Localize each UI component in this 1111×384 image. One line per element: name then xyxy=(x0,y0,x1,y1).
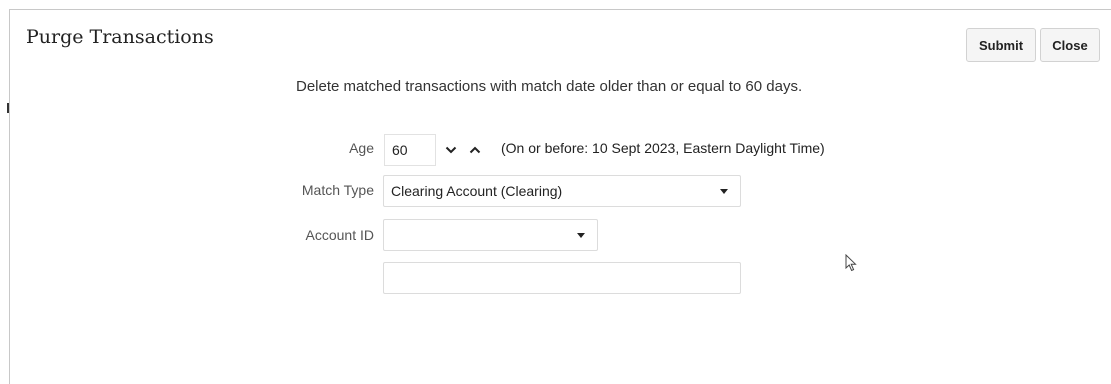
age-label: Age xyxy=(349,140,374,156)
age-date-note: (On or before: 10 Sept 2023, Eastern Day… xyxy=(501,140,825,156)
dropdown-caret-icon xyxy=(720,189,728,194)
submit-button[interactable]: Submit xyxy=(966,28,1036,62)
increment-button[interactable] xyxy=(464,134,486,166)
account-id-select[interactable] xyxy=(383,219,598,251)
age-value: 60 xyxy=(392,142,408,158)
close-button[interactable]: Close xyxy=(1040,28,1100,62)
chevron-down-icon xyxy=(445,146,457,154)
age-stepper: 60 xyxy=(383,133,503,166)
match-type-label: Match Type xyxy=(301,182,374,198)
mouse-pointer-icon xyxy=(845,254,857,272)
dialog-title: Purge Transactions xyxy=(26,26,214,48)
match-type-select[interactable]: Clearing Account (Clearing) xyxy=(383,175,741,207)
account-id-label: Account ID xyxy=(305,227,374,243)
purge-description: Delete matched transactions with match d… xyxy=(296,78,803,95)
age-input[interactable]: 60 xyxy=(384,134,436,166)
match-type-value: Clearing Account (Clearing) xyxy=(391,183,563,199)
edge-marker xyxy=(7,103,9,113)
dropdown-caret-icon xyxy=(577,233,585,238)
account-search-input[interactable] xyxy=(383,262,741,294)
chevron-up-icon xyxy=(469,146,481,154)
decrement-button[interactable] xyxy=(440,134,462,166)
